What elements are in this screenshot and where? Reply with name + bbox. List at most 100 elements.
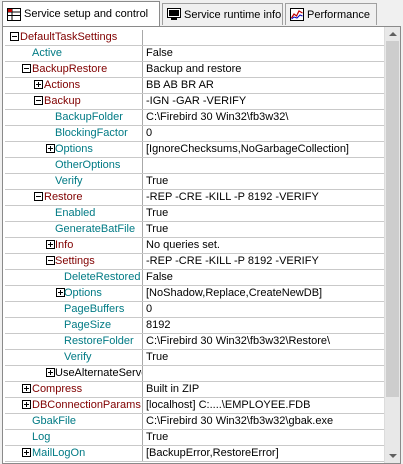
property-row[interactable]: BlockingFactor 0 [5,126,385,142]
property-value[interactable]: C:\Firebird 30 Win32\fb3w32\ [146,111,384,124]
property-name-cell[interactable]: UseAlternateServe [5,366,143,381]
property-name-cell[interactable]: PageBuffers [5,302,143,317]
property-name-cell[interactable]: DefaultTaskSettings [5,30,143,45]
expand-plus-icon[interactable] [46,240,55,249]
collapse-minus-icon[interactable] [22,64,31,73]
property-value[interactable]: No queries set. [146,239,384,252]
property-row[interactable]: PageBuffers 0 [5,302,385,318]
property-value[interactable]: True [146,207,384,220]
property-value[interactable]: C:\Firebird 30 Win32\fb3w32\Restore\ [146,335,384,348]
property-value[interactable]: True [146,351,384,364]
property-value[interactable]: 8192 [146,319,384,332]
property-row[interactable]: BackupRestore Backup and restore [5,62,385,78]
property-row[interactable]: DeleteRestored False [5,270,385,286]
property-row[interactable]: Log True [5,430,385,446]
property-row[interactable]: Options [IgnoreChecksums,NoGarbageCollect… [5,142,385,158]
property-value[interactable]: 0 [146,303,384,316]
expand-plus-icon[interactable] [22,400,31,409]
property-name-cell[interactable]: BackupRestore [5,62,143,77]
property-value[interactable]: -REP -CRE -KILL -P 8192 -VERIFY [146,191,384,204]
property-row[interactable]: Backup -IGN -GAR -VERIFY [5,94,385,110]
property-name-cell[interactable]: Active [5,46,143,61]
property-name-cell[interactable]: RestoreFolder [5,334,143,349]
property-value[interactable]: Backup and restore [146,63,384,76]
property-row[interactable]: Options [NoShadow,Replace,CreateNewDB] [5,286,385,302]
property-name-cell[interactable]: Actions [5,78,143,93]
expand-plus-icon[interactable] [46,144,55,153]
property-value[interactable]: False [146,271,384,284]
property-row[interactable]: Enabled True [5,206,385,222]
property-name-cell[interactable]: Backup [5,94,143,109]
property-row[interactable]: DefaultTaskSettings [5,30,385,46]
scrollbar-thumb[interactable] [386,41,399,397]
expand-plus-icon[interactable] [34,80,43,89]
tab-label: Performance [307,8,370,21]
property-name-cell[interactable]: Info [5,238,143,253]
property-value[interactable]: Built in ZIP [146,383,384,396]
property-row[interactable]: UseAlternateServe [5,366,385,382]
property-name-cell[interactable]: Verify [5,174,143,189]
property-row[interactable]: Restore -REP -CRE -KILL -P 8192 -VERIFY [5,190,385,206]
property-value[interactable]: -IGN -GAR -VERIFY [146,95,384,108]
property-name-cell[interactable]: BlockingFactor [5,126,143,141]
scroll-up-arrow-icon[interactable] [389,32,397,36]
expand-plus-icon[interactable] [46,368,55,377]
property-name-cell[interactable]: OtherOptions [5,158,143,173]
property-row[interactable]: Verify True [5,174,385,190]
property-value[interactable]: False [146,47,384,60]
property-name-cell[interactable]: Verify [5,350,143,365]
property-name-cell[interactable]: GenerateBatFile [5,222,143,237]
property-row[interactable]: DBConnectionParams [localhost] C:....\EMP… [5,398,385,414]
property-row[interactable]: MailLogOn [BackupError,RestoreError] [5,446,385,462]
property-value[interactable]: BB AB BR AR [146,79,384,92]
tab-service-setup-and-control[interactable]: Service setup and control [2,1,160,26]
tab-service-runtime-info[interactable]: Service runtime info [162,3,283,25]
property-value[interactable]: [NoShadow,Replace,CreateNewDB] [146,287,384,300]
property-value[interactable]: -REP -CRE -KILL -P 8192 -VERIFY [146,255,384,268]
property-name-cell[interactable]: Options [5,142,143,157]
property-name-cell[interactable]: BackupFolder [5,110,143,125]
property-name-cell[interactable]: Compress [5,382,143,397]
expand-plus-icon[interactable] [22,448,31,457]
collapse-minus-icon[interactable] [34,192,43,201]
property-row[interactable]: Info No queries set. [5,238,385,254]
vertical-scrollbar[interactable] [384,27,400,463]
property-name-cell[interactable]: Log [5,430,143,445]
property-row[interactable]: GbakFile C:\Firebird 30 Win32\fb3w32\gbak… [5,414,385,430]
property-name-cell[interactable]: GbakFile [5,414,143,429]
property-value[interactable]: [localhost] C:....\EMPLOYEE.FDB [146,399,384,412]
collapse-minus-icon[interactable] [46,256,55,265]
property-row[interactable]: Compress Built in ZIP [5,382,385,398]
settings-grid-icon [7,7,21,21]
property-row[interactable]: OtherOptions [5,158,385,174]
property-name-cell[interactable]: Settings [5,254,143,269]
property-row[interactable]: BackupFolder C:\Firebird 30 Win32\fb3w32\ [5,110,385,126]
property-value[interactable]: C:\Firebird 30 Win32\fb3w32\gbak.exe [146,415,384,428]
collapse-minus-icon[interactable] [10,32,19,41]
property-name: DefaultTaskSettings [20,31,118,43]
property-name-cell[interactable]: DBConnectionParams [5,398,143,413]
property-value[interactable]: 0 [146,127,384,140]
tab-performance[interactable]: Performance [285,3,377,25]
property-row[interactable]: Verify True [5,350,385,366]
property-name-cell[interactable]: Restore [5,190,143,205]
property-row[interactable]: Actions BB AB BR AR [5,78,385,94]
property-value[interactable]: True [146,175,384,188]
property-name-cell[interactable]: Options [5,286,143,301]
collapse-minus-icon[interactable] [34,96,43,105]
property-row[interactable]: Settings -REP -CRE -KILL -P 8192 -VERIFY [5,254,385,270]
property-value[interactable]: [BackupError,RestoreError] [146,447,384,460]
property-row[interactable]: PageSize 8192 [5,318,385,334]
property-name-cell[interactable]: MailLogOn [5,446,143,461]
property-row[interactable]: Active False [5,46,385,62]
property-name-cell[interactable]: DeleteRestored [5,270,143,285]
property-value[interactable]: True [146,223,384,236]
property-row[interactable]: GenerateBatFile True [5,222,385,238]
property-row[interactable]: RestoreFolder C:\Firebird 30 Win32\fb3w32… [5,334,385,350]
scroll-down-arrow-icon[interactable] [389,454,397,458]
expand-plus-icon[interactable] [22,384,31,393]
property-name-cell[interactable]: PageSize [5,318,143,333]
property-name-cell[interactable]: Enabled [5,206,143,221]
property-value[interactable]: True [146,431,384,444]
property-value[interactable]: [IgnoreChecksums,NoGarbageCollection] [146,143,384,156]
